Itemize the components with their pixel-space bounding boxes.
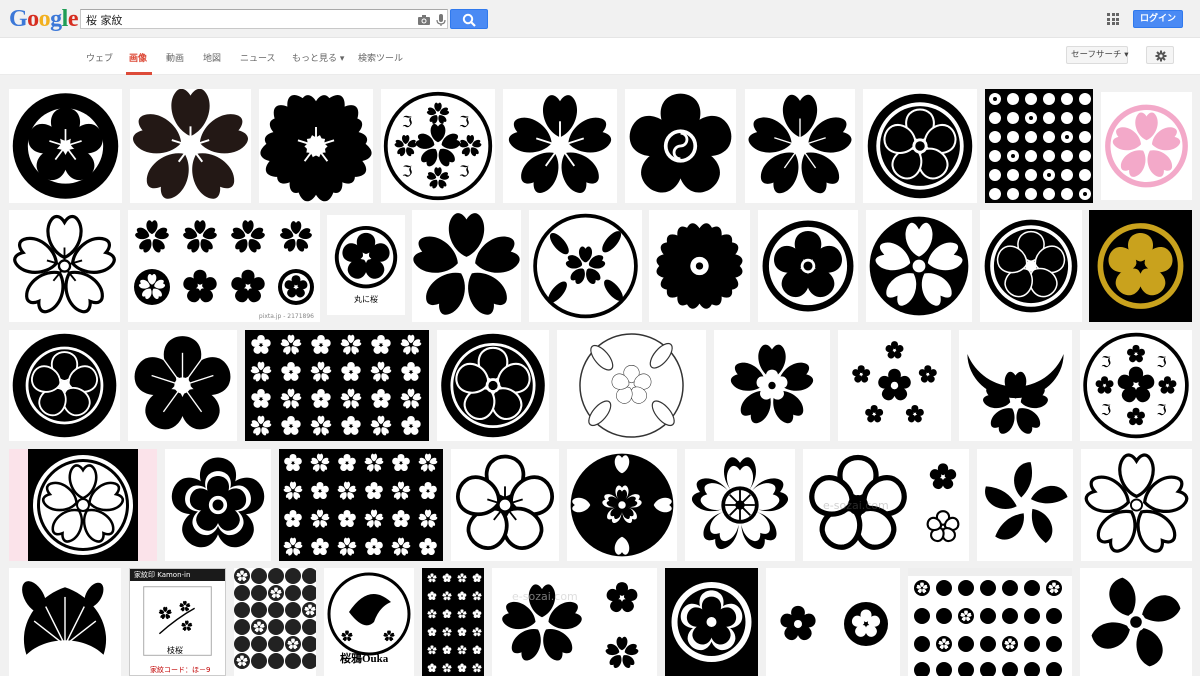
result-thumbnail[interactable] bbox=[259, 89, 373, 203]
svg-text:ℑ: ℑ bbox=[1156, 402, 1166, 419]
svg-text:ℑ: ℑ bbox=[1101, 402, 1111, 419]
result-thumbnail[interactable] bbox=[1080, 568, 1192, 676]
top-bar: Google 桜 家紋 ログイン bbox=[0, 0, 1200, 38]
svg-text:ℑ: ℑ bbox=[402, 113, 413, 131]
result-thumbnail[interactable] bbox=[9, 210, 120, 322]
logo-letter: e bbox=[67, 6, 79, 32]
result-thumbnail[interactable] bbox=[1101, 92, 1192, 200]
svg-text:ℑ: ℑ bbox=[402, 162, 413, 180]
result-thumbnail[interactable]: 家紋印 Kamon-in 枝桜 家紋コード：ほ－9 bbox=[129, 568, 226, 676]
tab-more[interactable]: もっと見る ▾ bbox=[292, 51, 344, 64]
result-thumbnail[interactable] bbox=[959, 330, 1072, 441]
logo-letter: o bbox=[27, 6, 39, 32]
result-thumbnail[interactable] bbox=[866, 210, 972, 322]
result-thumbnail[interactable] bbox=[980, 210, 1082, 322]
result-thumbnail[interactable]: e-sozai.com bbox=[803, 449, 969, 561]
svg-text:ℑ: ℑ bbox=[459, 113, 470, 131]
settings-button[interactable] bbox=[1146, 46, 1174, 64]
result-thumbnail[interactable] bbox=[977, 449, 1073, 561]
result-thumbnail[interactable] bbox=[985, 89, 1093, 203]
logo-letter: o bbox=[38, 6, 51, 32]
result-thumbnail[interactable] bbox=[649, 210, 750, 322]
result-thumbnail[interactable] bbox=[451, 449, 559, 561]
image-caption: pixta.jp - 2171896 bbox=[258, 313, 314, 320]
tab-news[interactable]: ニュース bbox=[240, 51, 276, 64]
image-caption: e-sozai.com bbox=[823, 499, 889, 512]
result-thumbnail[interactable] bbox=[437, 330, 549, 441]
result-thumbnail[interactable] bbox=[165, 449, 271, 561]
result-thumbnail[interactable] bbox=[1089, 210, 1192, 322]
result-thumbnail[interactable] bbox=[279, 449, 443, 561]
image-caption: e-sozai.com bbox=[512, 590, 578, 603]
image-caption: 丸に桜 bbox=[354, 295, 378, 304]
result-thumbnail[interactable] bbox=[9, 89, 122, 203]
login-button[interactable]: ログイン bbox=[1133, 10, 1183, 28]
image-caption: 桜鴉Ouka bbox=[340, 653, 389, 665]
logo-letter: g bbox=[50, 6, 62, 32]
google-logo[interactable]: Google bbox=[9, 6, 79, 32]
search-input[interactable]: 桜 家紋 bbox=[80, 9, 448, 29]
image-caption: 枝桜 bbox=[167, 646, 183, 655]
svg-text:ℑ: ℑ bbox=[459, 162, 470, 180]
result-thumbnail[interactable] bbox=[745, 89, 855, 203]
result-thumbnail[interactable]: ℑ ℑ ℑ ℑ bbox=[1080, 330, 1192, 441]
apps-grid-icon[interactable] bbox=[1107, 13, 1119, 25]
tab-web[interactable]: ウェブ bbox=[86, 51, 113, 64]
tab-search-tools[interactable]: 検索ツール bbox=[358, 51, 403, 64]
result-thumbnail[interactable] bbox=[1081, 449, 1192, 561]
result-thumbnail[interactable] bbox=[245, 330, 429, 441]
search-icon bbox=[462, 13, 476, 27]
result-thumbnail[interactable] bbox=[714, 330, 830, 441]
result-thumbnail[interactable]: pixta.jp - 2171896 bbox=[128, 210, 320, 322]
tab-images[interactable]: 画像 bbox=[129, 51, 147, 64]
result-thumbnail[interactable] bbox=[128, 330, 237, 441]
result-thumbnail[interactable] bbox=[908, 568, 1072, 676]
search-button[interactable] bbox=[450, 9, 488, 29]
search-nav: ウェブ 画像 動画 地図 ニュース もっと見る ▾ 検索ツール セーフサーチ ▾ bbox=[0, 38, 1200, 75]
tab-maps[interactable]: 地図 bbox=[203, 51, 221, 64]
search-query[interactable]: 桜 家紋 bbox=[86, 12, 123, 28]
result-thumbnail[interactable] bbox=[766, 568, 900, 676]
result-thumbnail[interactable] bbox=[685, 449, 795, 561]
result-thumbnail[interactable] bbox=[625, 89, 736, 203]
svg-text:ℑ: ℑ bbox=[1101, 354, 1111, 371]
result-thumbnail[interactable] bbox=[9, 449, 157, 561]
camera-icon[interactable] bbox=[416, 12, 432, 26]
result-thumbnail[interactable] bbox=[567, 449, 677, 561]
result-thumbnail[interactable] bbox=[412, 210, 521, 322]
result-thumbnail[interactable] bbox=[234, 568, 316, 676]
result-thumbnail[interactable] bbox=[758, 210, 858, 322]
result-thumbnail[interactable] bbox=[9, 568, 121, 676]
tab-videos[interactable]: 動画 bbox=[166, 51, 184, 64]
result-thumbnail[interactable] bbox=[838, 330, 951, 441]
result-thumbnail[interactable] bbox=[665, 568, 758, 676]
safe-search-button[interactable]: セーフサーチ ▾ bbox=[1066, 46, 1128, 64]
result-thumbnail[interactable] bbox=[557, 330, 706, 441]
svg-text:ℑ: ℑ bbox=[1156, 354, 1166, 371]
result-thumbnail[interactable]: 丸に桜 bbox=[327, 215, 405, 315]
result-thumbnail[interactable]: ℑ ℑ ℑ ℑ bbox=[381, 89, 495, 203]
result-thumbnail[interactable]: e-sozai.com bbox=[492, 568, 657, 676]
microphone-icon[interactable] bbox=[433, 12, 449, 26]
result-thumbnail[interactable]: 桜鴉Ouka bbox=[324, 568, 414, 676]
result-thumbnail[interactable] bbox=[9, 330, 120, 441]
result-thumbnail[interactable] bbox=[422, 568, 484, 676]
result-thumbnail[interactable] bbox=[503, 89, 617, 203]
result-thumbnail[interactable] bbox=[863, 89, 977, 203]
logo-letter: G bbox=[9, 6, 28, 32]
image-caption: 家紋コード：ほ－9 bbox=[150, 666, 211, 674]
result-thumbnail[interactable] bbox=[529, 210, 642, 322]
image-results-grid: ℑ ℑ ℑ ℑ pixta.jp - 2171896 丸に桜 ℑ ℑ ℑ ℑ e-so… bbox=[0, 75, 1200, 676]
result-thumbnail[interactable] bbox=[130, 89, 251, 203]
gear-icon bbox=[1155, 50, 1167, 62]
